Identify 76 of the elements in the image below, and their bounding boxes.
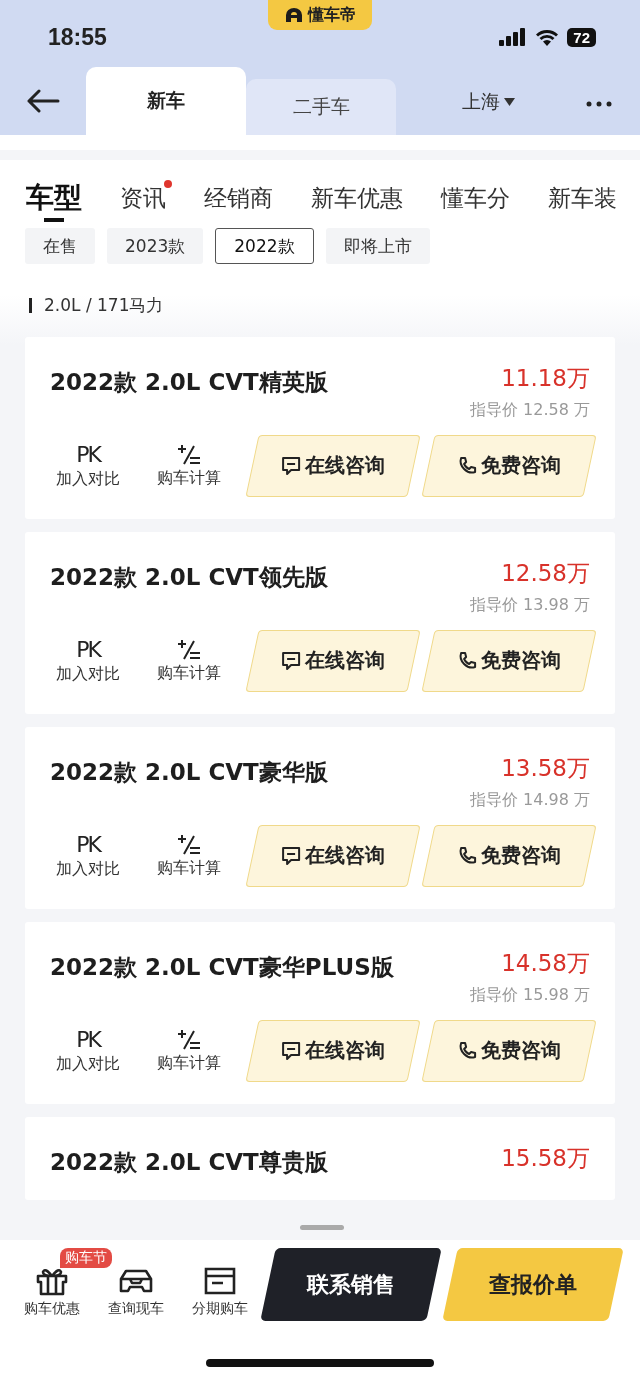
free-call-button[interactable]: 免费咨询 xyxy=(421,435,597,497)
spec-group-label: 2.0L / 171马力 xyxy=(44,293,164,317)
calculator-button[interactable]: 购车计算 xyxy=(151,443,227,489)
header-tab[interactable]: 二手车 xyxy=(246,79,396,135)
chat-icon xyxy=(281,455,302,476)
scroll-indicator xyxy=(300,1225,344,1230)
trim-title: 2022款 2.0L CVT尊贵版 xyxy=(50,1148,328,1177)
calculator-button[interactable]: 购车计算 xyxy=(151,1028,227,1074)
promo-badge: 购车节 xyxy=(60,1247,112,1268)
guide-price: 指导价 15.98 万 xyxy=(470,985,590,1006)
trim-title: 2022款 2.0L CVT豪华PLUS版 xyxy=(50,953,394,982)
trim-card[interactable]: 2022款 2.0L CVT精英版 11.18万 指导价 12.58 万 PK 加入对比 购车计算 在线咨询 免费咨询 xyxy=(25,337,615,519)
filter-chip[interactable]: 在售 xyxy=(25,228,95,264)
phone-icon xyxy=(457,1040,478,1061)
compare-button[interactable]: PK 加入对比 xyxy=(50,637,126,685)
wifi-icon xyxy=(535,28,560,46)
dealer-price: 13.58万 xyxy=(501,754,590,783)
dealer-price: 12.58万 xyxy=(501,559,590,588)
phone-icon xyxy=(457,650,478,671)
calculator-button[interactable]: 购车计算 xyxy=(151,638,227,684)
calculator-icon xyxy=(177,638,201,661)
calculator-icon xyxy=(177,443,201,466)
status-time: 18:55 xyxy=(48,23,107,51)
signal-icon xyxy=(499,28,528,46)
filter-chip[interactable]: 2022款 xyxy=(215,228,314,264)
compare-button[interactable]: PK 加入对比 xyxy=(50,442,126,490)
trim-title: 2022款 2.0L CVT精英版 xyxy=(50,368,328,397)
caret-icon xyxy=(504,98,515,106)
header-tab[interactable]: 新车 xyxy=(86,67,246,135)
chat-icon xyxy=(281,845,302,866)
guide-price: 指导价 14.98 万 xyxy=(470,790,590,811)
back-arrow-icon[interactable] xyxy=(26,89,60,113)
phone-icon xyxy=(457,455,478,476)
category-tab[interactable]: 车型 xyxy=(26,176,82,220)
trim-title: 2022款 2.0L CVT领先版 xyxy=(50,563,328,592)
get-quote-button[interactable]: 查报价单 xyxy=(442,1248,624,1321)
trim-card[interactable]: 2022款 2.0L CVT豪华PLUS版 14.58万 指导价 15.98 万 PK 加入对比 购车计算 在线咨询 免费咨询 xyxy=(25,922,615,1104)
more-icon[interactable] xyxy=(586,101,612,107)
filter-chip[interactable]: 即将上市 xyxy=(325,228,430,264)
free-call-button[interactable]: 免费咨询 xyxy=(421,630,597,692)
category-tab[interactable]: 经销商 xyxy=(204,176,273,220)
battery-indicator: 72 xyxy=(567,27,596,47)
bottom-bar-item[interactable]: 分期购车 xyxy=(180,1251,260,1318)
trim-card[interactable]: 2022款 2.0L CVT豪华版 13.58万 指导价 14.98 万 PK 加入对比 购车计算 在线咨询 免费咨询 xyxy=(25,727,615,909)
phone-icon xyxy=(457,845,478,866)
city-selector[interactable]: 上海 xyxy=(462,89,515,115)
card-icon xyxy=(203,1265,237,1296)
dealer-price: 14.58万 xyxy=(501,949,590,978)
category-tab[interactable]: 新车优惠 xyxy=(311,176,403,220)
trim-card[interactable]: 2022款 2.0L CVT尊贵版 15.58万 xyxy=(25,1117,615,1200)
online-consult-button[interactable]: 在线咨询 xyxy=(245,630,421,692)
trim-title: 2022款 2.0L CVT豪华版 xyxy=(50,758,328,787)
contact-sales-button[interactable]: 联系销售 xyxy=(260,1248,442,1321)
free-call-button[interactable]: 免费咨询 xyxy=(421,1020,597,1082)
compare-button[interactable]: PK 加入对比 xyxy=(50,832,126,880)
trim-card[interactable]: 2022款 2.0L CVT领先版 12.58万 指导价 13.98 万 PK 加入对比 购车计算 在线咨询 免费咨询 xyxy=(25,532,615,714)
category-tab[interactable]: 资讯 xyxy=(120,176,166,220)
category-tab[interactable]: 新车装 xyxy=(548,176,617,220)
chat-icon xyxy=(281,650,302,671)
online-consult-button[interactable]: 在线咨询 xyxy=(245,825,421,887)
guide-price: 指导价 13.98 万 xyxy=(470,595,590,616)
free-call-button[interactable]: 免费咨询 xyxy=(421,825,597,887)
chat-icon xyxy=(281,1040,302,1061)
app-badge: 懂车帝 xyxy=(268,0,372,30)
compare-button[interactable]: PK 加入对比 xyxy=(50,1027,126,1075)
logo-icon xyxy=(284,7,304,23)
calculator-icon xyxy=(177,833,201,856)
dealer-price: 15.58万 xyxy=(501,1144,590,1173)
dealer-price: 11.18万 xyxy=(501,364,590,393)
category-tab[interactable]: 懂车分 xyxy=(441,176,510,220)
guide-price: 指导价 12.58 万 xyxy=(470,400,590,421)
online-consult-button[interactable]: 在线咨询 xyxy=(245,435,421,497)
filter-chip[interactable]: 2023款 xyxy=(107,228,204,264)
online-consult-button[interactable]: 在线咨询 xyxy=(245,1020,421,1082)
calculator-button[interactable]: 购车计算 xyxy=(151,833,227,879)
calculator-icon xyxy=(177,1028,201,1051)
